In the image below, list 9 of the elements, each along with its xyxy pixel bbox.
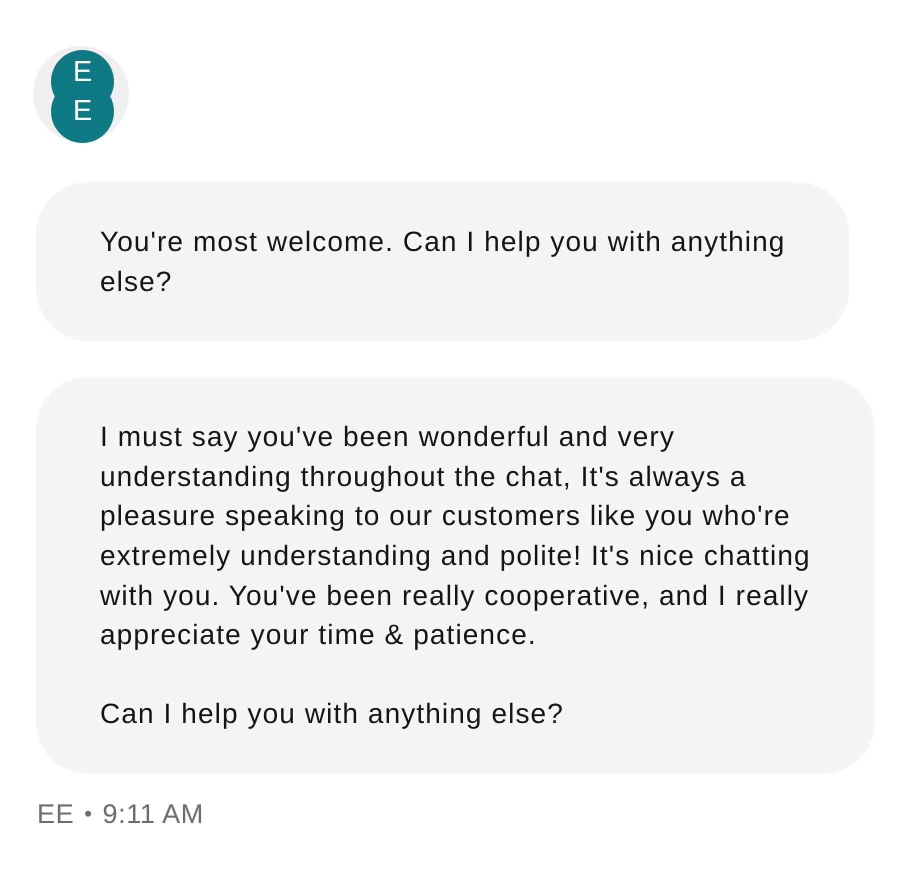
logo-letter: E	[72, 97, 92, 126]
sender-name: EE	[37, 798, 74, 830]
message-text: You're most welcome. Can I help you with anything else?	[100, 225, 786, 299]
message-text: Can I help you with anything else?	[100, 697, 565, 732]
logo-letter: E	[72, 58, 92, 87]
logo-icon	[51, 50, 114, 143]
message-time: 9:11 AM	[102, 798, 204, 830]
message-text: I must say you've been wonderful and very understanding throughout the chat, It's always a pleasure speaking to our customers like you who're extremely understanding and polite! It's nice chatting with you. You've been really cooperative, and I really appreciate your time & patience.	[100, 420, 811, 652]
separator-dot: •	[84, 800, 93, 828]
